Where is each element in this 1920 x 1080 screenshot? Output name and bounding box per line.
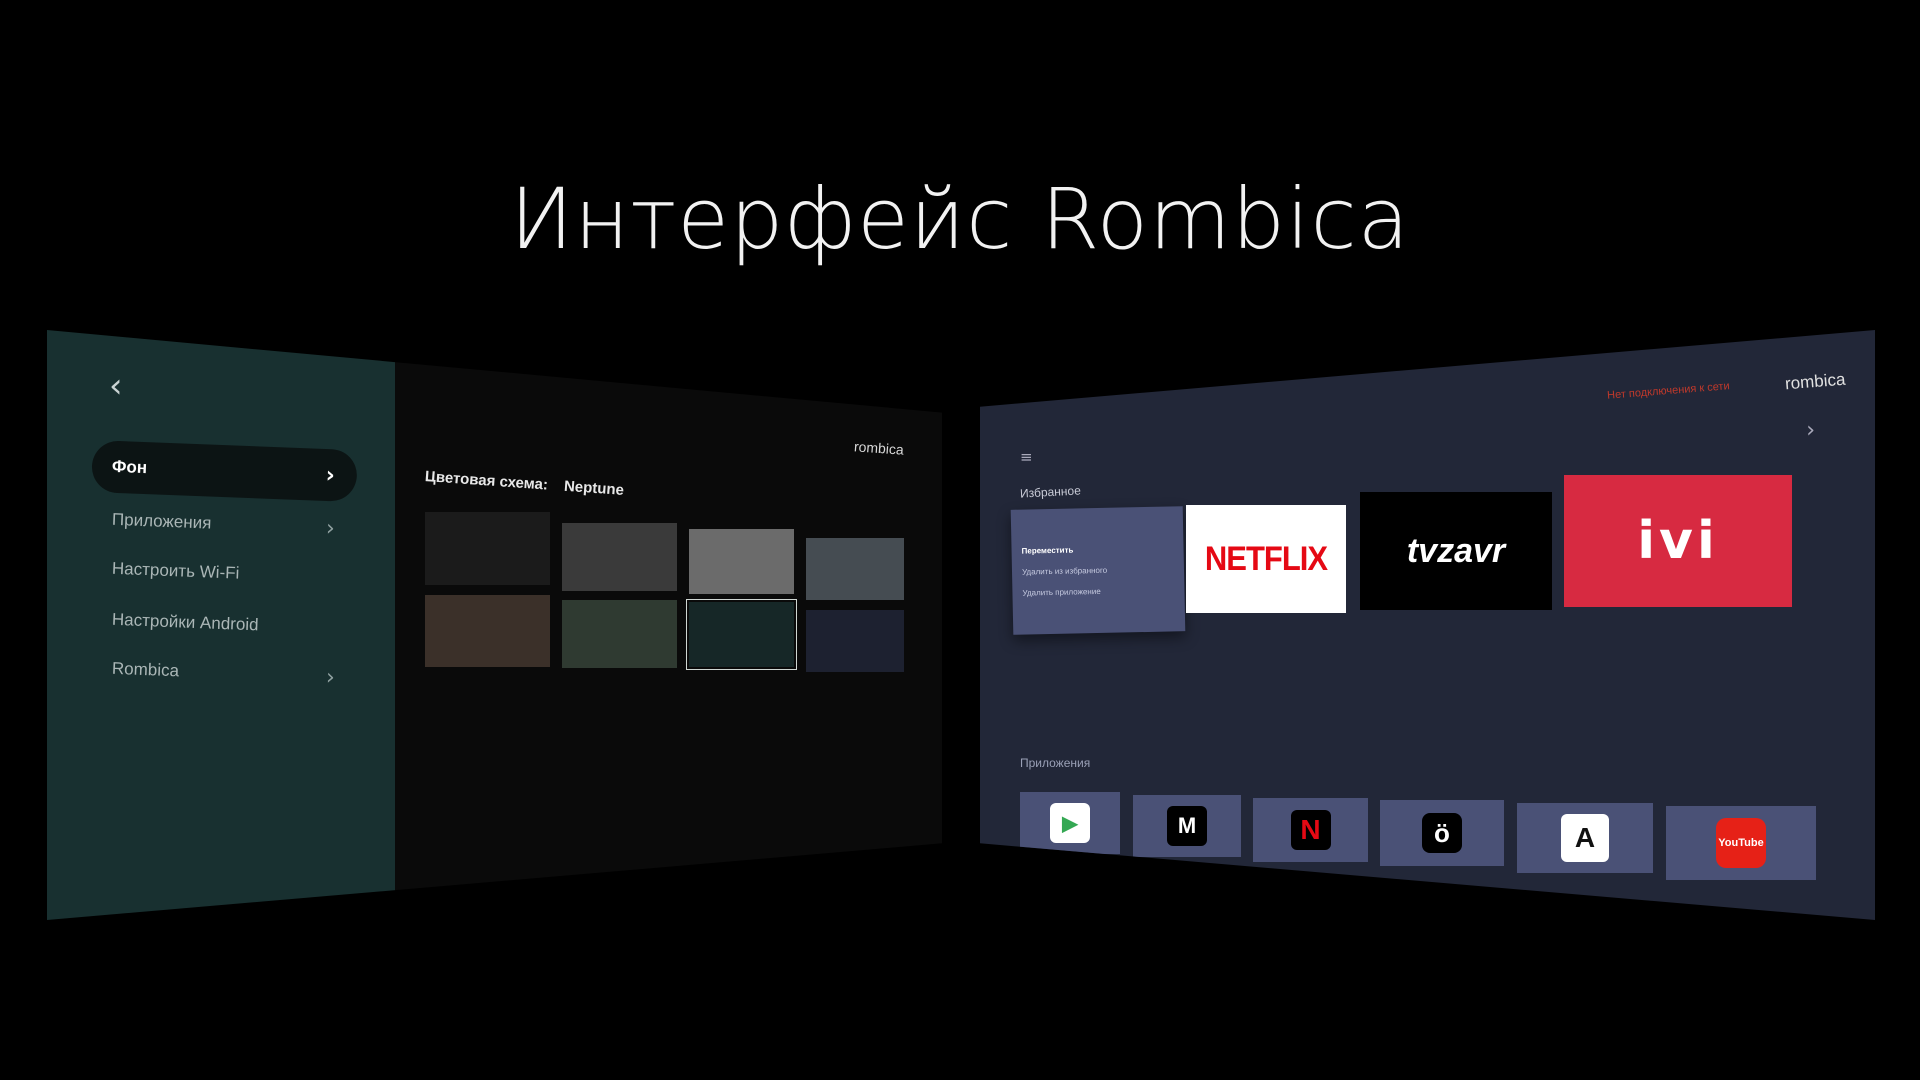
menu-item-rombica[interactable]: Rombica › (91, 642, 358, 704)
color-swatch[interactable] (425, 595, 550, 667)
app-tile-netflix[interactable]: N (1253, 798, 1368, 862)
home-screen: Нет подключения к сети rombica › ≡ Избра… (980, 330, 1875, 920)
menu-item-label: Приложения (111, 509, 212, 533)
ivi-logo: ivi (1637, 511, 1719, 571)
settings-screen: ‹ Фон › Приложения › Настроить Wi-Fi Нас… (47, 330, 942, 920)
okko-icon: ö (1422, 813, 1462, 853)
color-swatch[interactable] (806, 538, 904, 600)
youtube-icon: YouTube (1716, 818, 1766, 868)
chevron-right-icon: › (325, 515, 336, 541)
context-delete-app[interactable]: Удалить приложение (1022, 587, 1100, 598)
color-swatch[interactable] (806, 610, 904, 672)
app-tile-amediateka[interactable]: A (1517, 803, 1653, 873)
netflix-logo: NETFLIX (1204, 538, 1328, 579)
context-move[interactable]: Переместить (1021, 546, 1073, 556)
play-store-icon: ▶ (1050, 803, 1090, 843)
favorite-ivi[interactable]: ivi (1564, 475, 1792, 607)
color-scheme-label: Цветовая схема: (424, 468, 549, 494)
color-swatch[interactable] (689, 529, 794, 594)
app-tile-youtube[interactable]: YouTube (1666, 806, 1816, 880)
color-swatch[interactable] (425, 512, 550, 585)
color-swatch-selected[interactable] (686, 599, 797, 670)
megogo-icon: M (1167, 806, 1207, 846)
network-status: Нет подключения к сети (1606, 380, 1731, 402)
apps-heading: Приложения (1020, 756, 1091, 770)
app-tile-okko[interactable]: ö (1380, 800, 1504, 866)
color-swatch[interactable] (562, 600, 677, 668)
menu-item-background[interactable]: Фон › (91, 440, 358, 503)
favorites-heading: Избранное (1019, 483, 1082, 501)
chevron-right-icon[interactable]: › (1806, 418, 1815, 443)
app-tile-megogo[interactable]: M (1133, 795, 1241, 857)
favorite-netflix[interactable]: NETFLIX (1186, 505, 1346, 613)
background-settings-panel: rombica Цветовая схема: Neptune (395, 330, 942, 920)
color-scheme-row: Цветовая схема: Neptune (424, 468, 636, 500)
favorite-tvzavr[interactable]: tvzavr (1360, 492, 1552, 610)
context-menu: Переместить Удалить из избранного Удалит… (1010, 506, 1186, 635)
chevron-right-icon: › (325, 462, 336, 488)
chevron-left-icon: ‹ (109, 366, 123, 406)
app-tile-play-store[interactable]: ▶ (1020, 792, 1120, 854)
page-headline: Интерфейс Rombica (509, 170, 1411, 268)
color-scheme-value: Neptune (563, 477, 625, 499)
context-remove-favorite[interactable]: Удалить из избранного (1022, 566, 1107, 577)
tvzavr-logo: tvzavr (1406, 531, 1506, 570)
menu-item-label: Rombica (111, 658, 180, 681)
back-button[interactable]: ‹ (109, 366, 123, 406)
amediateka-icon: A (1561, 814, 1609, 862)
brand-logo: rombica (853, 438, 905, 458)
menu-item-label: Настройки Android (111, 609, 259, 635)
color-swatch[interactable] (562, 523, 677, 591)
menu-item-label: Фон (111, 456, 148, 478)
netflix-icon: N (1290, 810, 1331, 850)
brand-logo: rombica (1783, 369, 1846, 394)
chevron-right-icon: › (325, 664, 336, 690)
menu-item-label: Настроить Wi-Fi (111, 558, 240, 583)
settings-sidebar: ‹ Фон › Приложения › Настроить Wi-Fi Нас… (47, 330, 395, 920)
menu-icon[interactable]: ≡ (1020, 448, 1033, 466)
